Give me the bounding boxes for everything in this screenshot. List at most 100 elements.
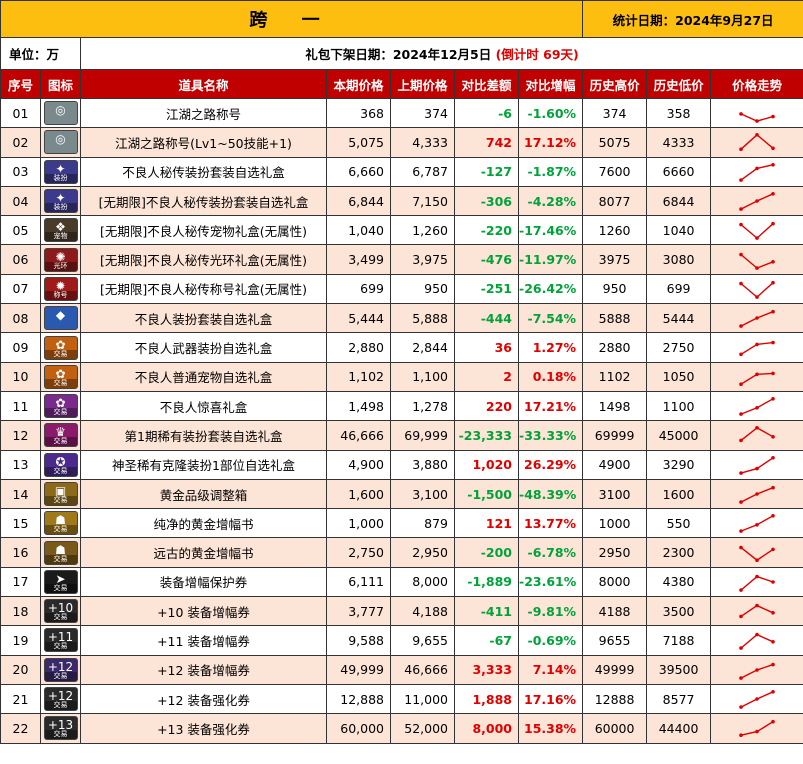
previous-price: 7,150 xyxy=(390,185,455,217)
trend-point xyxy=(739,252,743,257)
row-no: 16 xyxy=(0,537,41,568)
price-change-pct: -26.42% xyxy=(517,273,584,305)
item-name: 不良人惊喜礼盒 xyxy=(80,390,327,422)
row-no: 04 xyxy=(0,185,41,217)
trend-cell xyxy=(710,273,803,305)
trend-point xyxy=(771,485,775,490)
table-row: 05 ❖ 宠物 [无期限]不良人秘传宠物礼盒(无属性) 1,040 1,260 -220 -1… xyxy=(0,215,803,246)
previous-price: 1,260 xyxy=(390,215,455,246)
table-row: 14 ▣ 交易 黄金品级调整箱 1,600 3,100 -1,500 -48.39% 3100 1… xyxy=(0,478,803,510)
history-high: 5075 xyxy=(582,127,648,158)
item-name: 不良人装扮套装自选礼盒 xyxy=(80,303,327,334)
trend-sparkline xyxy=(739,485,775,504)
trend-sparkline xyxy=(739,633,775,651)
trend-sparkline xyxy=(739,112,775,124)
history-low: 7188 xyxy=(646,625,712,656)
trend-point xyxy=(755,667,759,672)
row-icon: ◆ xyxy=(40,303,81,334)
trend-point xyxy=(771,662,775,667)
price-diff: -1,500 xyxy=(454,478,519,510)
current-price: 2,880 xyxy=(326,332,391,363)
trend-point xyxy=(755,730,759,734)
history-low: 4333 xyxy=(646,127,712,158)
row-icon: ✹ 称号 xyxy=(40,273,81,305)
price-change-pct: -23.61% xyxy=(517,566,584,598)
table-row: 21 +12 交易 +12 装备强化券 12,888 11,000 1,888 17.16% 1… xyxy=(0,683,803,715)
icon-tag: 宠物 xyxy=(44,232,77,242)
item-name: [无期限]不良人秘传光环礼盒(无属性) xyxy=(80,244,327,275)
trend-point xyxy=(755,133,759,138)
row-icon: ◎ xyxy=(40,97,81,129)
trend-sparkline xyxy=(739,310,775,329)
trend-point xyxy=(771,114,775,119)
trend-cell xyxy=(710,508,803,539)
item-name: 远古的黄金增幅书 xyxy=(80,537,327,568)
divine-rare-clone-costume-icon: ✪ 交易 xyxy=(43,452,78,477)
item-name: +11 装备增幅券 xyxy=(80,625,327,656)
delinquent-weapon-costume-icon: ✿ 交易 xyxy=(43,335,78,360)
trend-line xyxy=(740,456,774,474)
trend-point xyxy=(755,426,759,431)
trend-point xyxy=(771,146,775,151)
trend-point xyxy=(771,280,775,285)
col-header-diff: 对比差额 xyxy=(454,69,519,99)
current-price: 368 xyxy=(326,97,391,129)
table-row: 15 ☗ 交易 纯净的黄金增幅书 1,000 879 121 13.77% 1000 550 xyxy=(0,508,803,539)
price-diff: 36 xyxy=(454,332,519,363)
trend-point xyxy=(739,588,743,592)
trend-line xyxy=(740,282,774,298)
price-change-pct: 0.18% xyxy=(517,361,584,392)
table-row: 11 ✿ 交易 不良人惊喜礼盒 1,498 1,278 220 17.21% 1498 1100 xyxy=(0,390,803,422)
current-price: 1,040 xyxy=(326,215,391,246)
history-high: 49999 xyxy=(582,654,648,685)
item-name: 神圣稀有克隆装扮1部位自选礼盒 xyxy=(80,449,327,480)
row-icon: +13 交易 xyxy=(40,713,81,744)
row-icon: ❖ 宠物 xyxy=(40,215,81,246)
trend-point xyxy=(739,281,743,286)
row-no: 14 xyxy=(0,478,41,510)
icon-glyph: ◎ xyxy=(55,132,66,147)
trend-cell xyxy=(710,303,803,334)
history-high: 1498 xyxy=(582,390,648,422)
history-high: 8077 xyxy=(582,185,648,217)
trend-point xyxy=(755,492,759,496)
col-header-no: 序号 xyxy=(0,69,41,99)
table-row: 07 ✹ 称号 [无期限]不良人秘传称号礼盒(无属性) 699 950 -251 -26.42… xyxy=(0,273,803,305)
price-change-pct: -9.81% xyxy=(517,596,584,627)
price-diff: 8,000 xyxy=(454,713,519,744)
trend-cell xyxy=(710,127,803,158)
item-name: 装备增幅保护券 xyxy=(80,566,327,598)
row-no: 08 xyxy=(0,303,41,334)
previous-price: 1,100 xyxy=(390,361,455,392)
history-low: 2300 xyxy=(646,537,712,568)
row-no: 11 xyxy=(0,390,41,422)
row-icon: +10 交易 xyxy=(40,596,81,627)
current-price: 5,075 xyxy=(326,127,391,158)
history-high: 9655 xyxy=(582,625,648,656)
table-row: 03 ✦ 装扮 不良人秘传装扮套装自选礼盒 6,660 6,787 -127 -1.87% 76… xyxy=(0,156,803,187)
column-header-row: 序号 图标 道具名称 本期价格 上期价格 对比差额 对比增幅 历史高价 历史低价… xyxy=(0,69,803,99)
trend-sparkline xyxy=(739,426,775,443)
trend-line xyxy=(740,634,774,650)
trend-sparkline xyxy=(739,340,775,356)
item-name: 纯净的黄金增幅书 xyxy=(80,508,327,539)
icon-tag: 称号 xyxy=(44,290,77,300)
trend-sparkline xyxy=(739,455,775,475)
price-change-pct: 26.29% xyxy=(517,449,584,480)
history-low: 4380 xyxy=(646,566,712,598)
trend-point xyxy=(771,162,775,167)
icon-glyph: ◎ xyxy=(55,103,66,118)
col-header-icon: 图标 xyxy=(40,69,81,99)
row-no: 17 xyxy=(0,566,41,598)
trend-line xyxy=(740,253,774,269)
table-row: 12 ♛ 交易 第1期稀有装扮套装自选礼盒 46,666 69,999 -23,333 -33… xyxy=(0,420,803,451)
price-diff: -23,333 xyxy=(454,420,519,451)
trend-point xyxy=(771,720,775,724)
current-price: 1,102 xyxy=(326,361,391,392)
icon-tag: 交易 xyxy=(44,525,77,535)
trend-line xyxy=(740,546,774,561)
trend-sparkline xyxy=(739,252,775,270)
table-row: 09 ✿ 交易 不良人武器装扮自选礼盒 2,880 2,844 36 1.27% 2880 275… xyxy=(0,332,803,363)
previous-price: 374 xyxy=(390,97,455,129)
row-no: 21 xyxy=(0,683,41,715)
